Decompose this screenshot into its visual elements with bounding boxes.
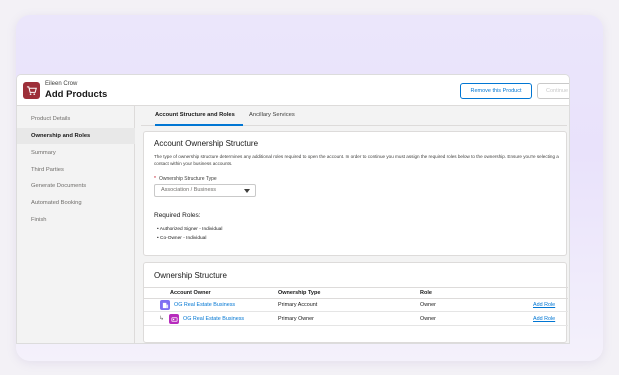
required-mark: * [154,176,156,182]
business-icon [160,300,170,310]
account-owner-link[interactable]: OG Real Estate Business [174,302,235,308]
sidebar-item-product-details[interactable]: Product Details [17,111,135,127]
tab-ancillary-services[interactable]: Ancillary Services [249,112,295,118]
sidebar-item-third-parties[interactable]: Third Parties [17,162,135,178]
progress-sidebar: Product Details Ownership and Roles Summ… [17,106,135,343]
page-header: Eileen Crow Add Products Remove this Pro… [17,75,569,106]
chevron-down-icon [244,189,250,193]
sidebar-item-automated-booking[interactable]: Automated Booking [17,195,135,211]
continue-button[interactable]: Continue [537,83,569,99]
tab-account-structure-and-roles[interactable]: Account Structure and Roles [155,112,235,118]
role-cell: Owner [420,316,436,322]
ownership-type-cell: Primary Account [278,302,318,308]
ownership-type-cell: Primary Owner [278,316,314,322]
structure-description: The type of ownership structure determin… [154,154,559,166]
ownership-type-label-text: Ownership Structure Type [158,176,217,182]
column-role: Role [420,290,432,296]
required-roles-heading: Required Roles: [154,212,201,219]
table-row: OG Real Estate Business Primary Account … [144,299,568,312]
app-window: Eileen Crow Add Products Remove this Pro… [17,75,569,343]
add-role-link[interactable]: Add Role [533,316,555,322]
role-cell: Owner [420,302,436,308]
cart-icon [23,82,40,99]
remove-product-button[interactable]: Remove this Product [460,83,532,99]
account-ownership-card: Account Ownership Structure The type of … [143,131,567,256]
record-name: Eileen Crow [45,81,78,87]
tree-branch-icon: ↳ [159,316,165,322]
ownership-structure-select[interactable]: Association / Business [154,184,256,197]
account-owner-link[interactable]: OG Real Estate Business [183,316,244,322]
required-role-item: • Authorized Signer - Individual [157,227,223,232]
contact-card-icon [169,314,179,324]
sidebar-item-summary[interactable]: Summary [17,145,135,161]
active-tab-indicator [155,124,243,126]
page-title: Add Products [45,89,108,100]
sidebar-item-ownership-and-roles[interactable]: Ownership and Roles [17,128,135,144]
ownership-type-label: * Ownership Structure Type [154,176,217,182]
table-header: Account Owner Ownership Type Role [144,287,568,299]
ownership-structure-value: Association / Business [161,187,217,193]
card-title: Ownership Structure [154,271,227,280]
add-role-link[interactable]: Add Role [533,302,555,308]
card-title: Account Ownership Structure [154,139,259,148]
ownership-structure-card: Ownership Structure Account Owner Owners… [143,262,568,343]
required-role-item: • Co-Owner - Individual [157,236,207,241]
column-account-owner: Account Owner [170,290,211,296]
column-ownership-type: Ownership Type [278,290,321,296]
table-row: ↳ OG Real Estate Business Primary Owner … [144,313,568,326]
tab-bar: Account Structure and Roles Ancillary Se… [141,106,567,126]
sidebar-item-generate-documents[interactable]: Generate Documents [17,178,135,194]
sidebar-item-finish[interactable]: Finish [17,212,135,228]
main-content: Account Structure and Roles Ancillary Se… [141,106,568,343]
